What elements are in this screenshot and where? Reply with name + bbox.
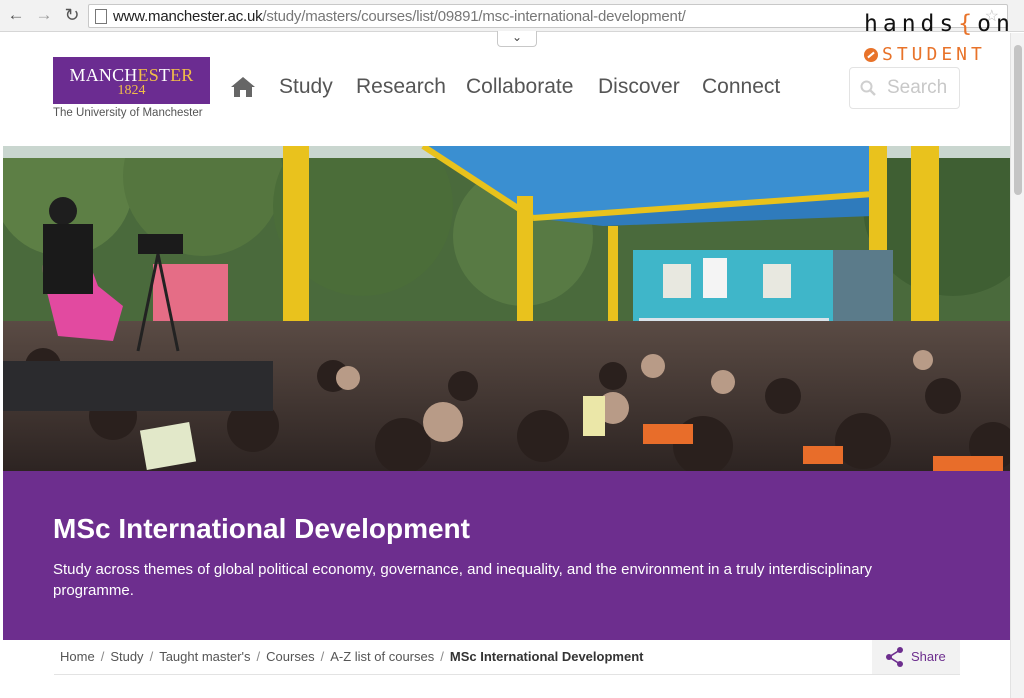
student-label-row: STUDENT (864, 44, 1020, 65)
breadcrumb-az-list[interactable]: A-Z list of courses (330, 649, 434, 664)
hands-on-wordmark: hands{on (864, 10, 1020, 38)
forward-arrow-icon[interactable]: → (34, 5, 54, 25)
breadcrumb-separator: / (100, 649, 105, 664)
url-domain: www.manchester.ac.uk (113, 8, 263, 25)
home-icon[interactable] (230, 76, 256, 98)
logo-word-part-gold: ER (170, 65, 194, 85)
logo-word-part: T (158, 65, 171, 85)
breadcrumb-home[interactable]: Home (60, 649, 95, 664)
logo-word-part: MANCH (69, 65, 138, 85)
breadcrumb-divider (54, 674, 960, 675)
nav-connect[interactable]: Connect (702, 75, 780, 99)
search-icon (860, 80, 876, 96)
wordmark-brace: { (958, 11, 978, 37)
logo-subtitle: The University of Manchester (53, 107, 203, 119)
student-label: STUDENT (882, 44, 986, 65)
reload-icon[interactable]: ↻ (62, 5, 82, 25)
nav-research[interactable]: Research (356, 75, 446, 99)
course-description: Study across themes of global political … (53, 561, 873, 599)
share-button[interactable]: Share (872, 640, 960, 674)
breadcrumb-courses[interactable]: Courses (266, 649, 314, 664)
back-arrow-icon[interactable]: ← (6, 5, 26, 25)
breadcrumb-separator: / (440, 649, 444, 664)
student-badge-icon (864, 47, 878, 62)
nav-study[interactable]: Study (279, 75, 333, 99)
wordmark-on: on (977, 11, 1015, 37)
search-input[interactable]: Search (849, 67, 960, 109)
breadcrumb-separator: / (320, 649, 325, 664)
breadcrumb-study[interactable]: Study (110, 649, 143, 664)
nav-discover[interactable]: Discover (598, 75, 680, 99)
share-icon (886, 647, 903, 667)
hands-on-student-logo: hands{on STUDENT (864, 10, 1020, 65)
nav-collaborate[interactable]: Collaborate (466, 75, 573, 99)
chevron-down-icon[interactable]: ⌄ (497, 31, 537, 47)
scrollbar-thumb[interactable] (1014, 45, 1022, 195)
breadcrumb-separator: / (256, 649, 261, 664)
wordmark-hands: hands (864, 11, 959, 37)
logo-year: 1824 (117, 83, 146, 98)
logo-word-part-gold: ES (137, 65, 159, 85)
page-icon (95, 9, 107, 24)
search-placeholder: Search (887, 77, 948, 98)
breadcrumb-separator: / (149, 649, 154, 664)
breadcrumb-current: MSc International Development (449, 649, 644, 664)
vertical-scrollbar[interactable] (1010, 33, 1024, 698)
url-path: /study/masters/courses/list/09891/msc-in… (262, 8, 686, 25)
hero-image (3, 146, 1010, 471)
university-logo[interactable]: MANCHESTER 1824 (53, 57, 210, 104)
festival-scene-illustration (3, 146, 1010, 471)
breadcrumb-taught-masters[interactable]: Taught master's (159, 649, 250, 664)
course-banner: MSc International Development Study acro… (3, 471, 1010, 640)
breadcrumb: Home / Study / Taught master's / Courses / A-Z l… (60, 649, 643, 664)
page-title: MSc International Development (53, 513, 470, 544)
share-label: Share (911, 649, 946, 664)
url-text[interactable]: www.manchester.ac.uk/study/masters/cours… (113, 8, 686, 25)
